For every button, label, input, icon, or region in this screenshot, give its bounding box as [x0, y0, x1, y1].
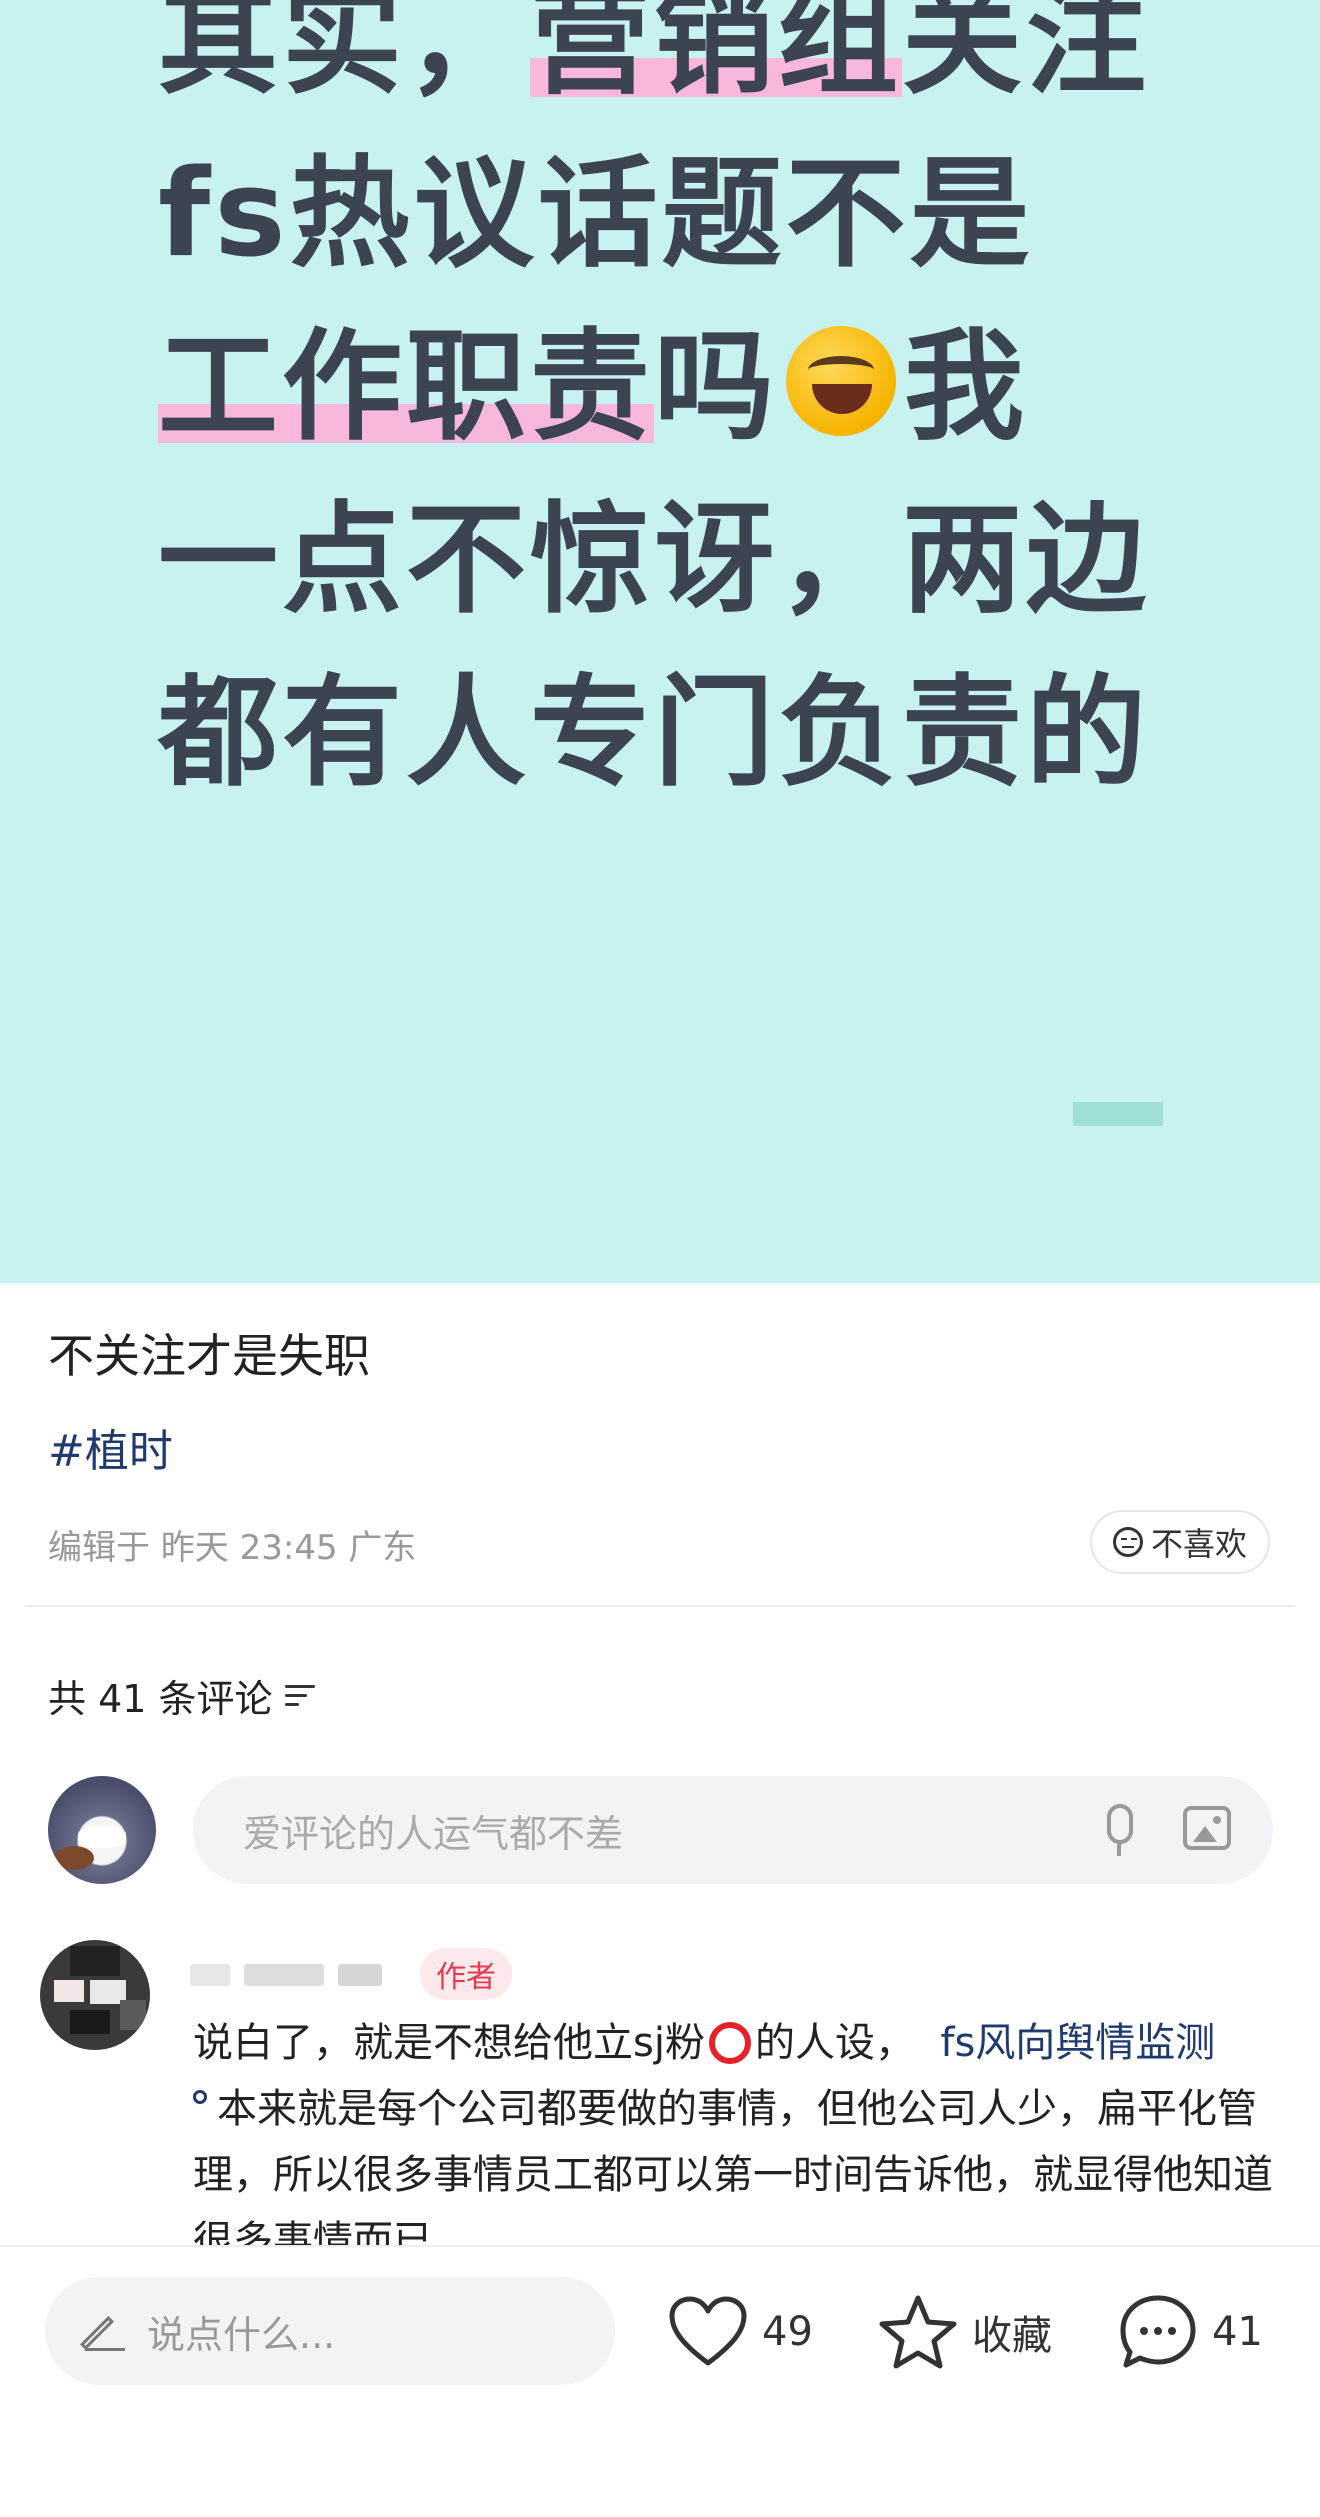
comment-text-part: 说白了，就是不想给他立sj粉: [193, 2020, 705, 2066]
comment-count: 共 41 条评论: [48, 1677, 273, 1721]
comment-input-placeholder: 爱评论的人运气都不差: [243, 1811, 624, 1856]
say-something-input[interactable]: 说点什么...: [45, 2277, 615, 2385]
image-indicator: [1073, 1102, 1163, 1126]
hero-text-line-3: 工作职责吗我: [158, 318, 1028, 458]
post-title: 不关注才是失职: [48, 1329, 370, 1383]
pen-icon: [85, 2311, 125, 2351]
hero-text-part: 关注: [902, 0, 1150, 111]
hero-text-part: 吗: [654, 318, 778, 457]
sort-icon: [284, 1683, 317, 1709]
dislike-label: 不喜欢: [1150, 1525, 1247, 1563]
rofl-emoji-icon: [786, 326, 896, 436]
avatar[interactable]: [48, 1776, 156, 1884]
comment-total: 41: [1212, 2309, 1263, 2355]
collect-label: 收藏: [972, 2313, 1052, 2359]
collect-button[interactable]: 收藏: [878, 2287, 1052, 2377]
hero-highlight: 工作职责: [158, 318, 654, 457]
post-image[interactable]: 其实，营销组关注 fs热议话题不是 工作职责吗我 一点不惊讶，两边 都有人专门负…: [0, 0, 1320, 1283]
search-icon: [193, 2090, 207, 2104]
post-meta: 编辑于 昨天 23:45 广东: [48, 1528, 417, 1568]
comment-input[interactable]: 爱评论的人运气都不差: [193, 1776, 1273, 1884]
say-placeholder: 说点什么...: [147, 2312, 336, 2357]
hero-text-line-5: 都有人专门负责的: [158, 664, 1150, 803]
star-icon: [878, 2293, 958, 2371]
unhappy-face-icon: [1112, 1527, 1143, 1557]
commenter-avatar[interactable]: [40, 1940, 150, 2050]
hero-text-part: 其实，: [158, 0, 530, 111]
red-circle-icon: [708, 2022, 751, 2064]
hero-text-line-2: fs热议话题不是: [158, 145, 1034, 284]
divider: [25, 1605, 1295, 1607]
hero-text-line-1: 其实，营销组关注: [158, 0, 1150, 112]
comment-count-header[interactable]: 共 41 条评论: [48, 1668, 317, 1723]
like-button[interactable]: 49: [668, 2287, 813, 2377]
author-badge: 作者: [420, 1948, 512, 2000]
commenter-name[interactable]: [190, 1955, 382, 1995]
hero-text-line-4: 一点不惊讶，两边: [158, 491, 1150, 630]
heart-icon: [668, 2295, 748, 2369]
comment-text-part: 本来就是每个公司都要做的事情，但他公司人少，扁平化管理，所以很多事情员工都可以第…: [193, 2086, 1273, 2264]
chat-bubble-icon: [1118, 2293, 1198, 2371]
dislike-button[interactable]: 不喜欢: [1090, 1510, 1270, 1574]
image-icon[interactable]: [1183, 1806, 1231, 1850]
comment-text[interactable]: 说白了，就是不想给他立sj粉 的人设， fs风向舆情监测本来就是每个公司都要做的事…: [193, 2010, 1283, 2274]
microphone-icon[interactable]: [1107, 1804, 1133, 1856]
comment-text-part: 的人设，: [754, 2020, 915, 2066]
comment-link[interactable]: fs风向舆情监测: [940, 2020, 1215, 2066]
comment-button[interactable]: 41: [1118, 2287, 1263, 2377]
hero-text-part: 我: [904, 318, 1028, 457]
like-count: 49: [762, 2309, 813, 2355]
post-tag[interactable]: #植时: [48, 1415, 173, 1479]
bottom-bar: 说点什么... 49 收藏 41: [0, 2245, 1320, 2517]
hero-highlight: 营销组: [530, 0, 902, 111]
